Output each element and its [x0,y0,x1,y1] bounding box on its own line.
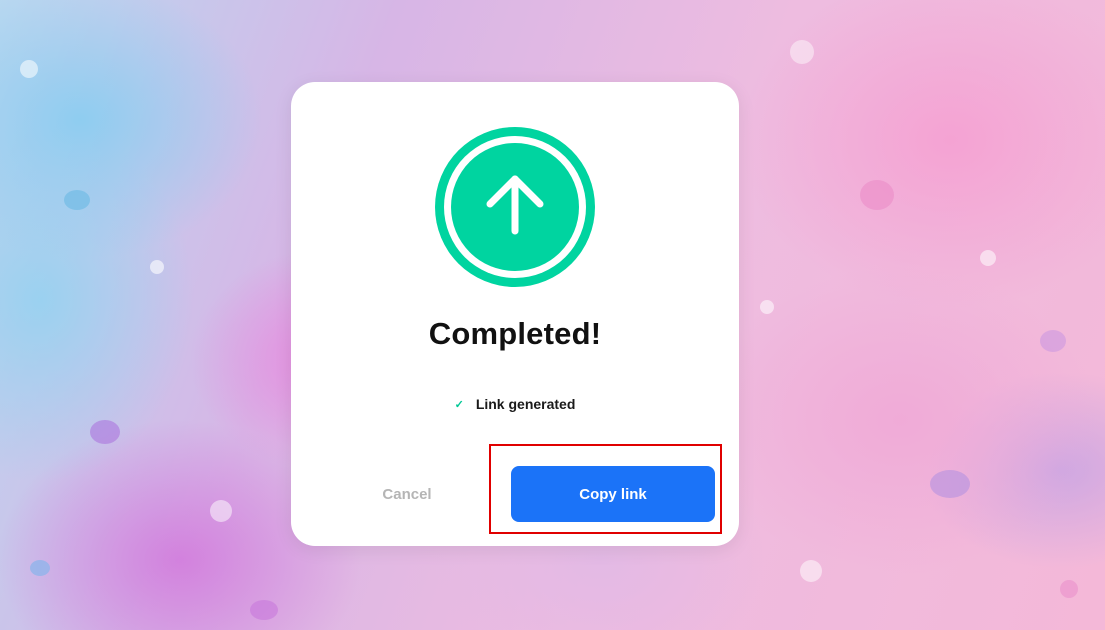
arrow-up-icon [434,126,596,288]
completion-dialog: Completed! ✓ Link generated Cancel Copy l… [291,82,739,546]
dialog-title: Completed! [428,316,602,351]
cancel-button[interactable]: Cancel [347,466,467,522]
check-icon: ✓ [454,399,464,411]
status-text: Link generated [475,396,576,412]
copy-link-button[interactable]: Copy link [511,466,715,522]
status-row: ✓ Link generated [291,396,739,412]
